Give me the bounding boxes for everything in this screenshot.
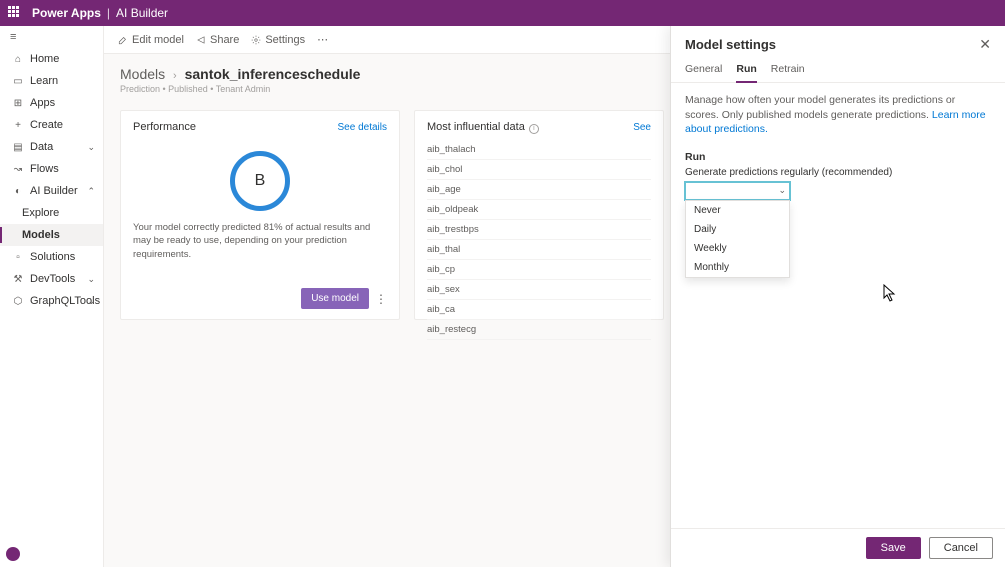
tab-retrain[interactable]: Retrain [771, 63, 805, 82]
nav-solutions[interactable]: ▫Solutions [0, 246, 103, 268]
list-item[interactable]: aib_chol [427, 160, 651, 180]
cancel-button[interactable]: Cancel [929, 537, 993, 559]
waffle-icon[interactable] [8, 6, 22, 20]
chevron-down-icon: ⌄ [87, 142, 95, 153]
influential-card: Most influential datai See aib_thalach a… [414, 110, 664, 320]
chevron-up-icon: ⌃ [87, 186, 95, 197]
list-item[interactable]: aib_age [427, 180, 651, 200]
performance-card: Performance See details B Your model cor… [120, 110, 400, 320]
devtools-icon: ⚒ [12, 273, 24, 285]
breadcrumb-root[interactable]: Models [120, 66, 165, 82]
nav-models[interactable]: Models [0, 224, 103, 246]
nav-learn[interactable]: ▭Learn [0, 70, 103, 92]
list-item[interactable]: aib_ca [427, 300, 651, 320]
home-icon: ⌂ [12, 53, 24, 65]
list-item[interactable]: aib_cp [427, 260, 651, 280]
cmd-overflow[interactable]: ⋯ [317, 33, 328, 46]
list-item[interactable]: aib_trestbps [427, 220, 651, 240]
list-item[interactable]: aib_sex [427, 280, 651, 300]
nav-explore[interactable]: Explore [0, 202, 103, 224]
performance-summary: Your model correctly predicted 81% of ac… [133, 221, 387, 261]
use-model-button[interactable]: Use model [301, 288, 369, 309]
nav-graphql[interactable]: ⬡GraphQLTools⌄ [0, 290, 103, 312]
list-item[interactable]: aib_thalach [427, 140, 651, 160]
left-nav: ≡ ⌂Home ▭Learn ⊞Apps +Create ▤Data⌄ ↝Flo… [0, 26, 104, 567]
schedule-dropdown: Never Daily Weekly Monthly [685, 200, 790, 278]
help-bubble-icon[interactable] [6, 547, 20, 561]
schedule-input[interactable] [685, 182, 790, 200]
cmd-settings[interactable]: Settings [251, 34, 305, 46]
list-item[interactable]: aib_restecg [427, 320, 651, 340]
solutions-icon: ▫ [12, 251, 24, 263]
hamburger-icon[interactable]: ≡ [0, 26, 103, 48]
performance-overflow[interactable]: ⋮ [375, 292, 387, 306]
save-button[interactable]: Save [866, 537, 921, 559]
chevron-down-icon: ⌄ [87, 296, 95, 307]
graphql-icon: ⬡ [12, 295, 24, 307]
performance-see-details[interactable]: See details [338, 122, 387, 133]
list-item[interactable]: aib_thal [427, 240, 651, 260]
tab-run[interactable]: Run [736, 63, 756, 83]
grade-ring: B [230, 151, 290, 211]
influential-see[interactable]: See [633, 122, 651, 133]
influential-list: aib_thalach aib_chol aib_age aib_oldpeak… [427, 140, 651, 340]
model-settings-panel: Model settings ✕ General Run Retrain Man… [670, 26, 1005, 567]
nav-ai-builder[interactable]: ◐AI Builder⌃ [0, 180, 103, 202]
nav-devtools[interactable]: ⚒DevTools⌄ [0, 268, 103, 290]
breadcrumb-current: santok_inferenceschedule [185, 66, 361, 82]
info-icon[interactable]: i [529, 124, 539, 134]
nav-home[interactable]: ⌂Home [0, 48, 103, 70]
option-weekly[interactable]: Weekly [686, 239, 789, 258]
panel-description: Manage how often your model generates it… [685, 93, 991, 137]
nav-create[interactable]: +Create [0, 114, 103, 136]
performance-title: Performance [133, 121, 196, 133]
list-item[interactable]: aib_oldpeak [427, 200, 651, 220]
flow-icon: ↝ [12, 163, 24, 175]
nav-apps[interactable]: ⊞Apps [0, 92, 103, 114]
chevron-down-icon: ⌄ [87, 274, 95, 285]
schedule-field-label: Generate predictions regularly (recommen… [685, 167, 991, 178]
cmd-share[interactable]: Share [196, 34, 239, 46]
option-daily[interactable]: Daily [686, 220, 789, 239]
option-never[interactable]: Never [686, 201, 789, 220]
cmd-edit-model[interactable]: Edit model [118, 34, 184, 46]
influential-title: Most influential datai [427, 121, 539, 134]
panel-tabs: General Run Retrain [671, 59, 1005, 83]
close-icon[interactable]: ✕ [979, 36, 991, 53]
nav-data[interactable]: ▤Data⌄ [0, 136, 103, 158]
data-icon: ▤ [12, 141, 24, 153]
nav-flows[interactable]: ↝Flows [0, 158, 103, 180]
apps-icon: ⊞ [12, 97, 24, 109]
app-header: Power Apps | AI Builder [0, 0, 1005, 26]
schedule-select[interactable]: ⌄ Never Daily Weekly Monthly [685, 182, 790, 200]
run-section-label: Run [685, 151, 991, 163]
panel-title: Model settings [685, 37, 776, 52]
learn-icon: ▭ [12, 75, 24, 87]
app-name: Power Apps [32, 6, 101, 20]
main-content: Edit model Share Settings ⋯ Models › san… [104, 26, 1005, 567]
plus-icon: + [12, 119, 24, 131]
tab-general[interactable]: General [685, 63, 722, 82]
option-monthly[interactable]: Monthly [686, 258, 789, 277]
module-name: AI Builder [116, 6, 168, 20]
ai-icon: ◐ [12, 185, 24, 197]
